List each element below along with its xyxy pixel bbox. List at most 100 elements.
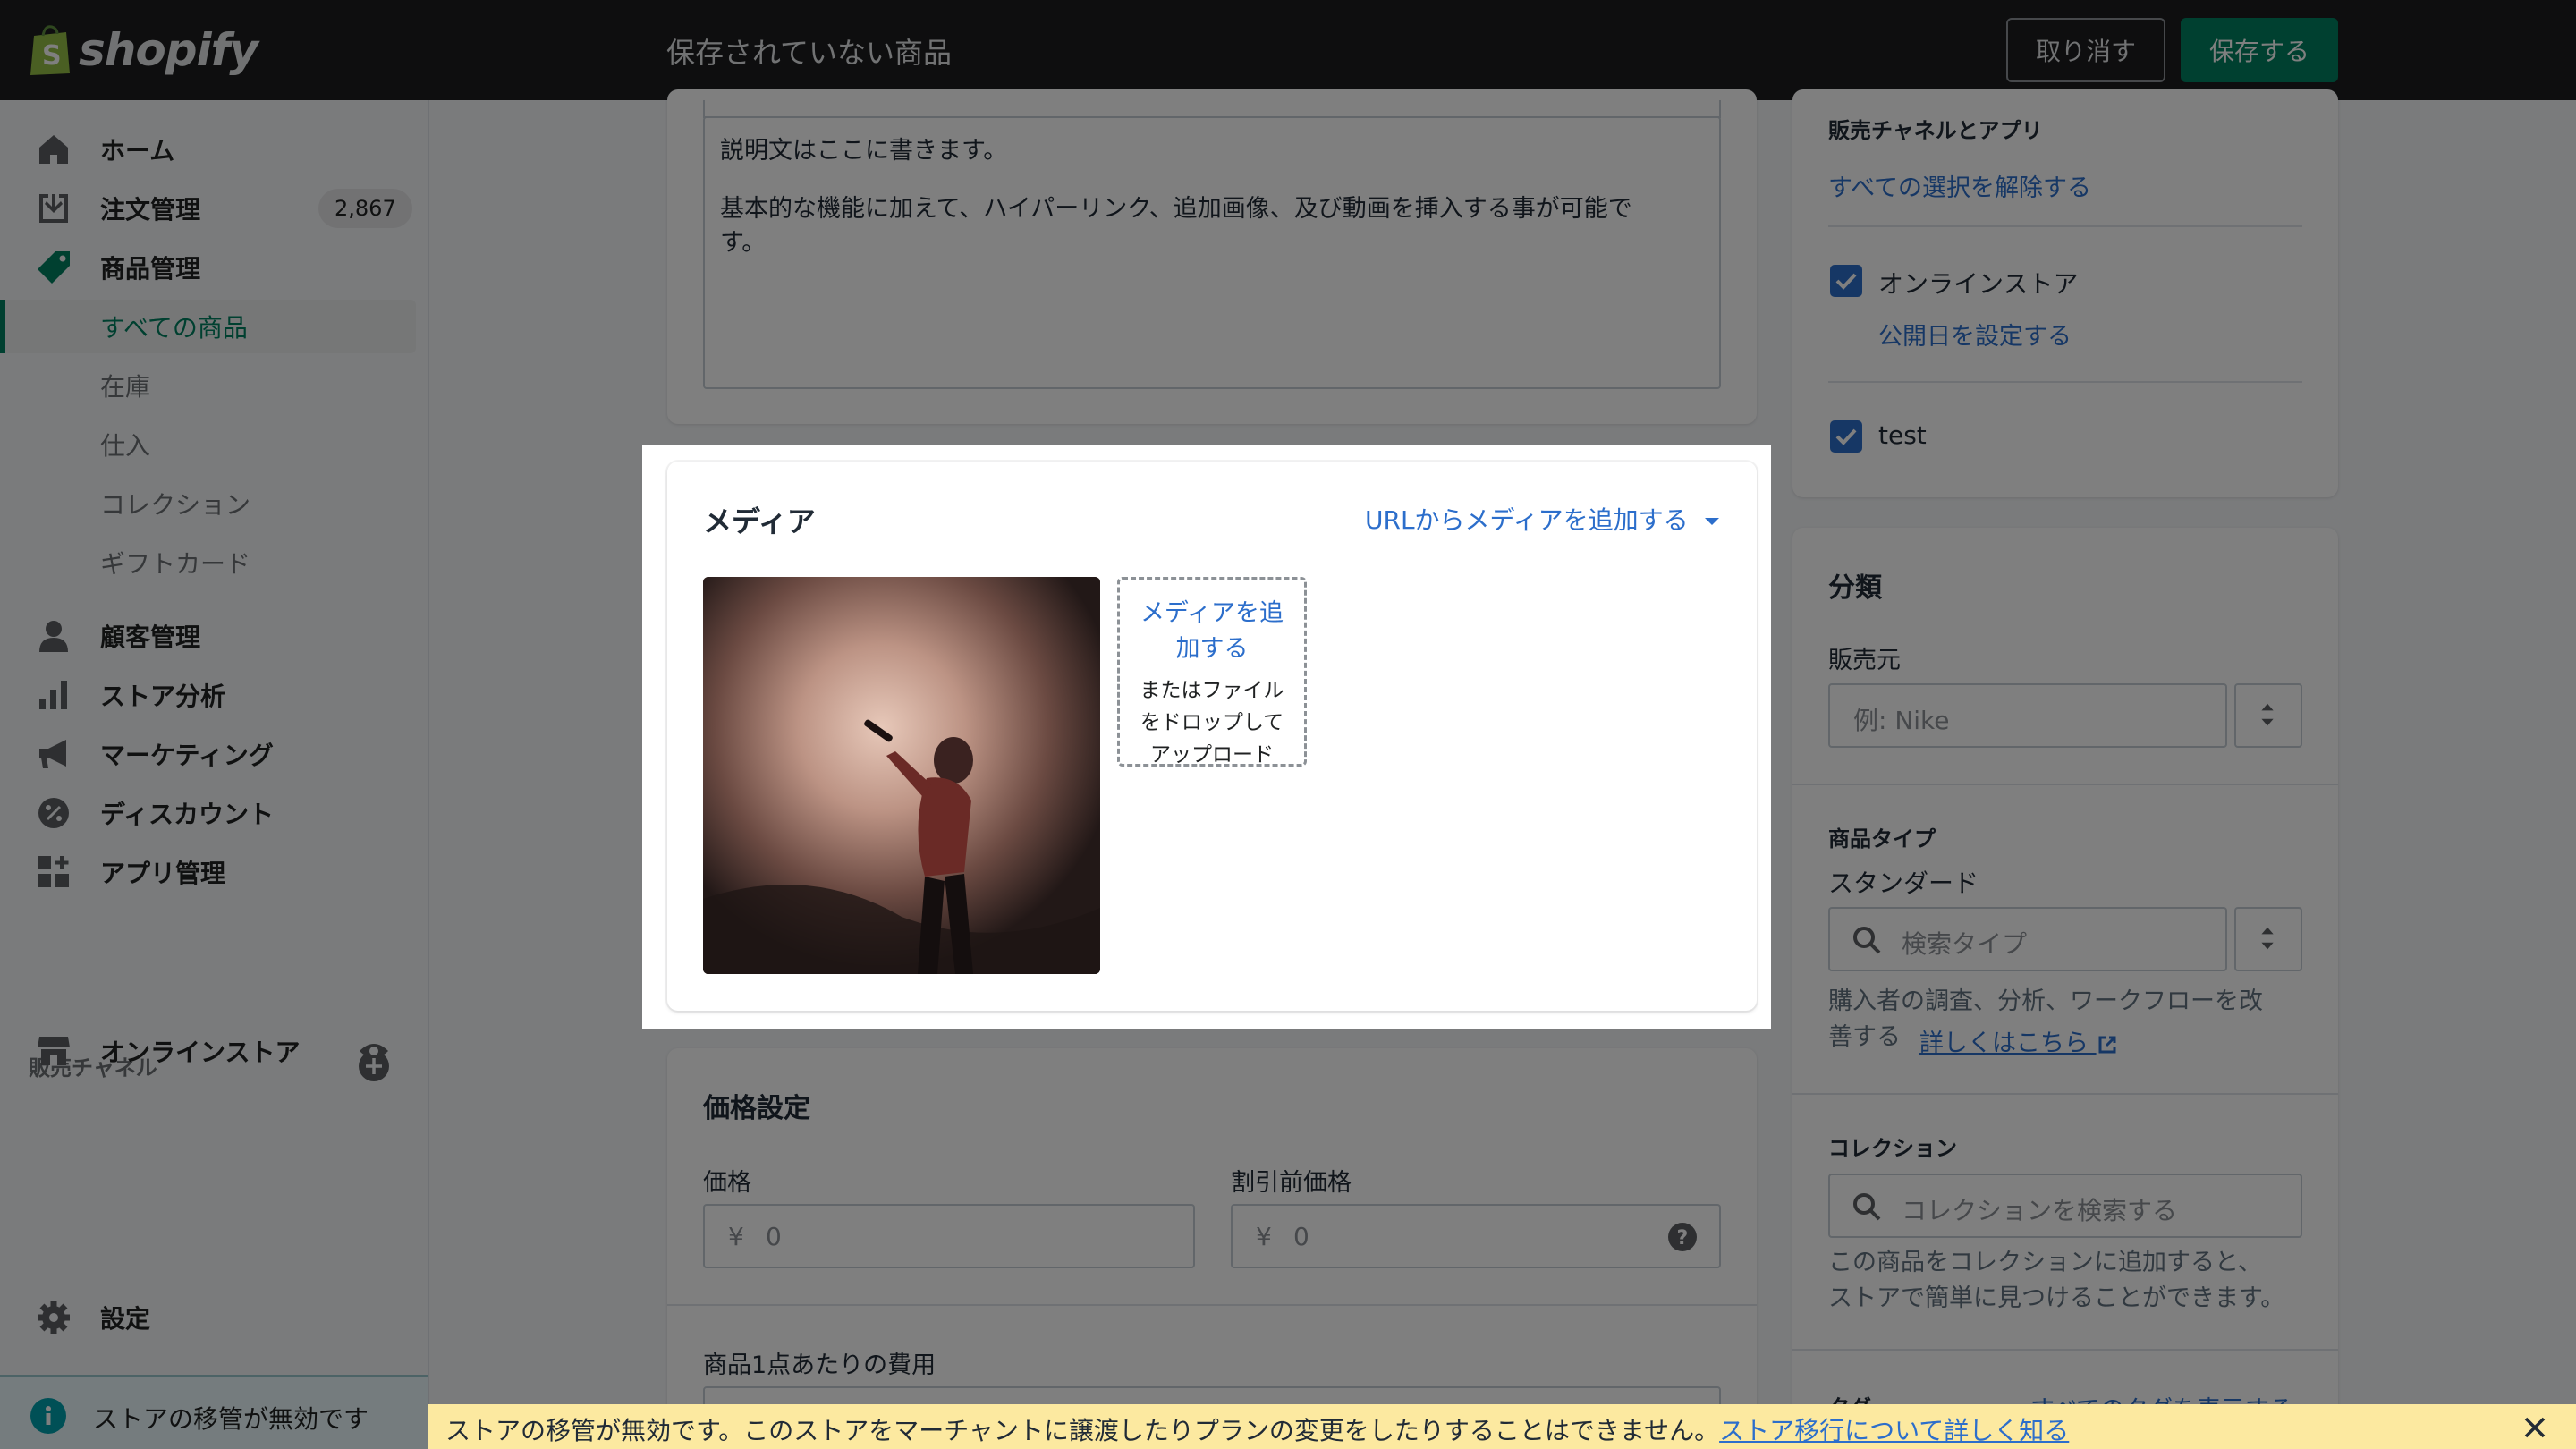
price-input[interactable]: ¥ 0 [703,1204,1195,1268]
vendor-input[interactable]: 例: Nike [1828,683,2227,748]
test-channel-checkbox[interactable] [1830,420,1862,453]
sidebar-subitem-gift-cards[interactable]: ギフトカード [0,536,416,589]
sidebar-subitem-all-products[interactable]: すべての商品 [0,300,416,353]
add-media-from-url-button[interactable]: URLからメディアを追加する [1365,501,1722,537]
caret-down-icon [1704,518,1719,525]
sidebar-item-label: マーケティング [100,741,274,770]
test-channel-label: test [1878,420,1927,450]
page-title: 保存されていない商品 [666,36,953,70]
sidebar-subitem-inventory[interactable]: 在庫 [0,359,416,412]
sidebar-item-discounts[interactable]: ディスカウント [0,786,429,840]
sidebar-item-online-store[interactable]: オンラインストア [0,1024,429,1078]
add-media-from-url-label: URLからメディアを追加する [1365,505,1689,535]
select-arrows-icon [2261,703,2274,726]
shopify-logo[interactable]: S shopify [27,20,258,80]
shopify-bag-icon: S [30,25,70,75]
collections-search-input[interactable]: コレクションを検索する [1828,1174,2302,1238]
vendor-label: 販売元 [1828,647,1901,674]
sidebar-subitem-collections[interactable]: コレクション [0,477,416,530]
sidebar-subitem-label: ギフトカード [100,549,251,579]
product-type-help: 購入者の調査、分析、ワークフローを改 [1828,987,2263,1015]
search-icon [1853,1193,1881,1221]
currency-prefix: ¥ [1256,1222,1272,1251]
learn-more-link[interactable]: 詳しくはこちら [1919,1023,2118,1058]
discard-button[interactable]: 取り消す [2006,18,2165,82]
cost-per-item-label: 商品1点あたりの費用 [703,1352,936,1379]
info-icon [30,1398,66,1434]
top-bar: S shopify 保存されていない商品 取り消す 保存する [0,0,2576,100]
close-icon[interactable] [2521,1413,2549,1442]
sidebar-item-apps[interactable]: アプリ管理 [0,845,429,899]
active-indicator [0,300,5,353]
banner-learn-more-link[interactable]: ストア移行について詳しく知る [1719,1416,2069,1445]
product-type-search-input[interactable]: 検索タイプ [1828,907,2227,971]
collections-placeholder: コレクションを検索する [1902,1196,2178,1225]
sidebar-subitem-label: コレクション [100,490,251,520]
collections-help: ストアで簡単に見つけることができます。 [1828,1284,2285,1312]
sidebar-item-home[interactable]: ホーム [0,123,429,176]
product-type-value: スタンダード [1828,869,1979,898]
add-media-link-line: メディアを追 [1140,599,1284,627]
product-type-placeholder: 検索タイプ [1902,929,2028,959]
sales-channels-header: 販売チャネルとアプリ [1828,118,2043,143]
sidebar-subitem-label: 在庫 [100,372,151,402]
deselect-all-link[interactable]: すべての選択を解除する [1828,168,2091,203]
add-media-link[interactable]: メディアを追 加する [1120,596,1304,667]
sidebar-item-settings[interactable]: 設定 [0,1291,429,1344]
vendor-select-stepper[interactable] [2234,683,2302,748]
eye-icon[interactable] [358,1035,390,1067]
classification-divider [1792,1093,2338,1095]
product-type-select-stepper[interactable] [2234,907,2302,971]
analytics-icon [39,681,67,709]
classification-divider [1792,784,2338,785]
media-title: メディア [703,504,816,538]
editor-toolbar [703,100,1721,118]
description-line: 説明文はここに書きます。 [720,137,1008,165]
home-icon [39,135,68,164]
store-transfer-notice-text: ストアの移管が無効です [93,1404,369,1434]
sidebar-item-marketing[interactable]: マーケティング [0,727,429,781]
channels-divider [1828,225,2302,227]
product-type-help: 善する [1828,1023,1901,1051]
sidebar-item-label: 商品管理 [100,254,201,284]
sidebar-item-label: ホーム [100,136,175,165]
person-icon [39,621,68,652]
logo-text: shopify [79,24,258,76]
sidebar-item-customers[interactable]: 顧客管理 [0,609,429,663]
classification-divider [1792,1349,2338,1351]
channels-divider [1828,381,2302,383]
sidebar-item-products[interactable]: 商品管理 [0,241,429,294]
sidebar-item-orders[interactable]: 注文管理 2,867 [0,182,429,235]
media-dropzone[interactable]: メディアを追 加する またはファイル をドロップして アップロード [1117,577,1307,767]
collections-label: コレクション [1828,1136,1957,1161]
tag-icon [38,251,70,284]
select-arrows-icon [2261,927,2274,950]
set-publish-date-link[interactable]: 公開日を設定する [1878,317,2072,352]
vendor-placeholder: 例: Nike [1853,706,1950,735]
online-store-checkbox[interactable] [1830,265,1862,297]
sidebar-subitem-transfers[interactable]: 仕入 [0,418,416,471]
compare-price-label: 割引前価格 [1231,1169,1352,1197]
sidebar-item-label: 顧客管理 [100,623,201,652]
sidebar-item-label: オンラインストア [100,1038,301,1067]
search-icon [1853,927,1881,954]
external-link-icon [2098,1036,2116,1053]
collections-help: この商品をコレクションに追加すると、 [1828,1249,2262,1276]
learn-more-text: 詳しくはこちら [1919,1030,2089,1057]
price-placeholder: 0 [766,1222,782,1251]
banner-message: ストアの移管が無効です。このストアをマーチャントに譲渡したりプランの変更をしたり… [445,1411,2069,1447]
product-image-thumbnail[interactable] [703,577,1100,974]
pricing-title: 価格設定 [703,1093,810,1124]
compare-price-input[interactable]: ¥ 0 ? [1231,1204,1721,1268]
apps-icon [38,856,69,887]
save-button[interactable]: 保存する [2181,18,2338,82]
sidebar-item-analytics[interactable]: ストア分析 [0,668,429,722]
currency-prefix: ¥ [728,1222,744,1251]
store-transfer-banner: ストアの移管が無効です。このストアをマーチャントに譲渡したりプランの変更をしたり… [428,1404,2576,1449]
drop-files-hint-line: をドロップして [1140,711,1284,734]
store-icon [38,1037,70,1065]
description-line: 基本的な機能に加えて、ハイパーリンク、追加画像、及び動画を挿入する事が可能で [720,195,1632,223]
compare-price-placeholder: 0 [1293,1222,1309,1251]
help-icon[interactable]: ? [1667,1222,1698,1252]
sidebar-subitem-label: 仕入 [100,431,151,461]
